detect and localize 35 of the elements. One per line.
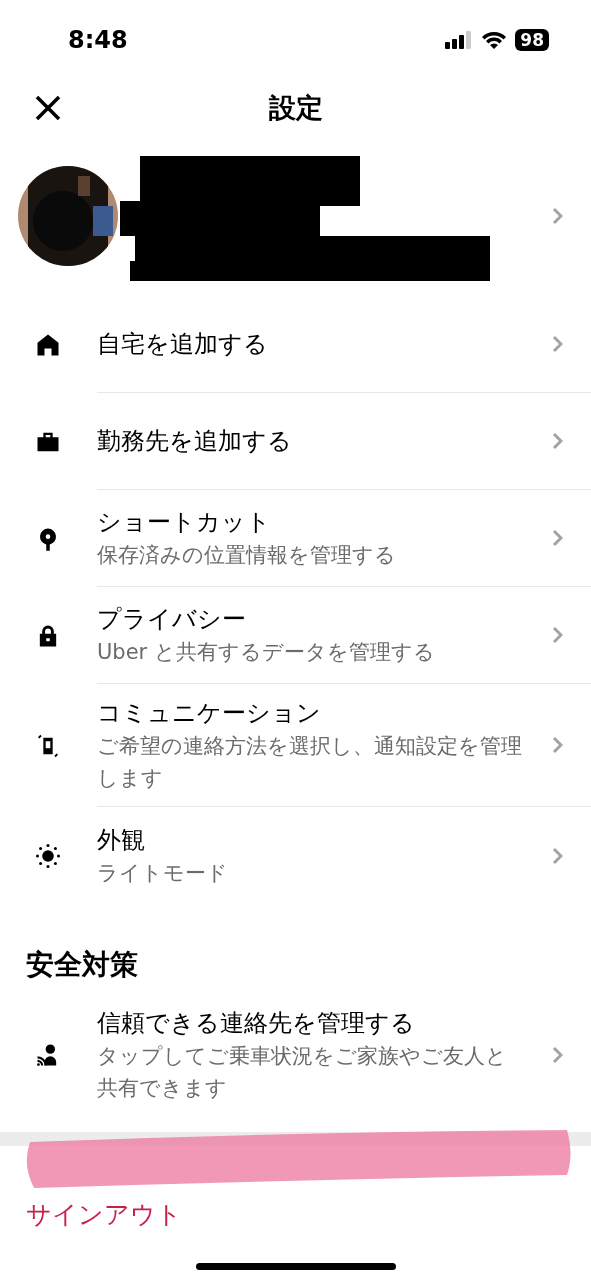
- chevron-icon: [551, 1046, 563, 1064]
- chevron-icon: [551, 626, 563, 644]
- row-title: 自宅を追加する: [97, 329, 269, 360]
- chevron-icon: [551, 846, 563, 865]
- row-title: コミュニケーション: [97, 698, 322, 729]
- chevron-icon: [551, 529, 563, 547]
- row-subtitle: ご希望の連絡方法を選択し、通知設定を管理します: [97, 733, 523, 792]
- settings-row[interactable]: 勤務先を追加する: [0, 393, 591, 490]
- settings-row[interactable]: 外観 ライトモード: [0, 807, 591, 904]
- chevron-icon: [551, 335, 563, 353]
- chevron-icon: [551, 432, 563, 450]
- row-subtitle: タップしてご乗車状況をご家族やご友人と共有できます: [97, 1043, 508, 1102]
- chevron-icon: [551, 736, 563, 754]
- settings-row[interactable]: 自宅を追加する: [0, 296, 591, 393]
- settings-row[interactable]: コミュニケーション ご希望の連絡方法を選択し、通知設定を管理します: [0, 684, 591, 807]
- row-title: 外観: [97, 824, 146, 856]
- battery-indicator: 98: [515, 29, 549, 51]
- settings-row[interactable]: プライバシー Uber と共有するデータを管理する: [0, 587, 591, 684]
- wifi-icon: [481, 30, 508, 50]
- sun-icon: [34, 841, 62, 870]
- row-title: プライバシー: [97, 604, 247, 635]
- sign-out-button[interactable]: サインアウト: [26, 1196, 182, 1234]
- row-subtitle: ライトモード: [97, 859, 229, 887]
- settings-row[interactable]: 信頼できる連絡先を管理する タップしてご乗車状況をご家族やご友人と共有できます: [0, 994, 591, 1116]
- row-title: ショートカット: [97, 507, 272, 538]
- row-title: 信頼できる連絡先を管理する: [97, 1008, 416, 1039]
- status-time: 8:48: [68, 25, 128, 56]
- chevron-icon: [551, 207, 563, 225]
- settings-row[interactable]: ショートカット 保存済みの位置情報を管理する: [0, 490, 591, 587]
- section-heading: 安全対策: [25, 947, 139, 983]
- row-subtitle: 保存済みの位置情報を管理する: [97, 542, 397, 569]
- signal-icon: [445, 31, 474, 49]
- page-title: 設定: [268, 90, 323, 125]
- row-subtitle: Uber と共有するデータを管理する: [97, 639, 436, 666]
- row-title: 勤務先を追加する: [97, 426, 293, 457]
